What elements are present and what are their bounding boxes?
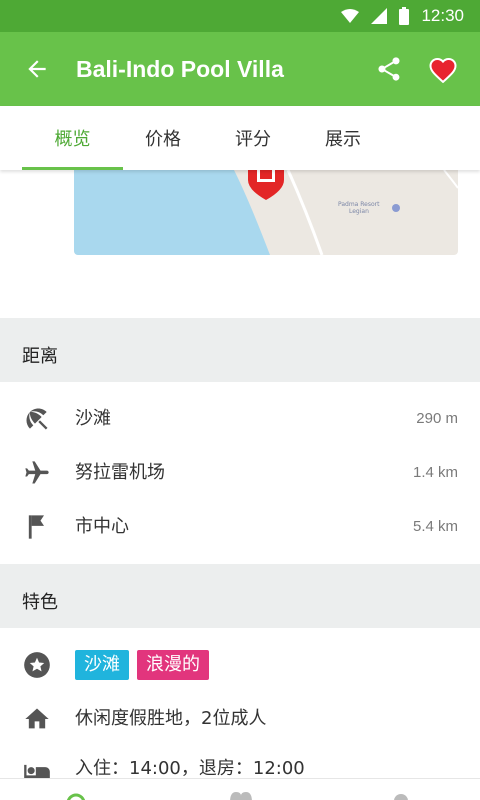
feature-type-row: 休闲度假胜地，2位成人 (0, 692, 480, 746)
star-circle-icon (20, 648, 54, 682)
tab-gallery[interactable]: 展示 (303, 106, 383, 170)
wifi-icon (341, 9, 360, 23)
profile-nav-icon[interactable] (392, 793, 410, 800)
status-time: 12:30 (421, 6, 464, 25)
tab-price[interactable]: 价格 (123, 106, 203, 170)
distance-section-header: 距离 (0, 318, 480, 382)
feature-tags-row: 沙滩 浪漫的 (0, 638, 480, 692)
heart-icon (429, 57, 457, 83)
hotel-pin-icon[interactable] (248, 170, 284, 200)
tab-bar: 概览 价格 评分 展示 (0, 106, 480, 170)
tab-overview[interactable]: 概览 (22, 106, 123, 170)
tab-indicator (22, 167, 123, 170)
map-poi-label-1: Padma Resort (338, 201, 380, 208)
app-bar: Bali-Indo Pool Villa (0, 32, 480, 106)
feature-tags: 沙滩 浪漫的 (75, 650, 217, 680)
back-button[interactable] (20, 52, 54, 86)
features-title: 特色 (22, 592, 58, 613)
overview-content[interactable]: Padma Resort Legian 距离 沙滩 290 m 努拉雷机场 1.… (0, 170, 480, 800)
distance-row-airport[interactable]: 努拉雷机场 1.4 km (0, 446, 480, 500)
location-map[interactable]: Padma Resort Legian (74, 170, 458, 255)
favorites-nav-icon[interactable] (228, 792, 254, 800)
property-type: 休闲度假胜地，2位成人 (75, 708, 267, 729)
beach-umbrella-icon (20, 402, 54, 436)
airplane-icon (20, 456, 54, 490)
status-bar: 12:30 (0, 0, 480, 32)
battery-icon (399, 7, 410, 25)
status-icons: 12:30 (341, 0, 464, 32)
distance-label: 努拉雷机场 (75, 462, 165, 483)
distance-value: 1.4 km (412, 464, 458, 481)
signal-icon (371, 8, 388, 24)
tag-romantic[interactable]: 浪漫的 (137, 650, 209, 680)
distance-label: 市中心 (75, 516, 129, 537)
share-button[interactable] (372, 52, 406, 86)
distance-row-city-center[interactable]: 市中心 5.4 km (0, 500, 480, 554)
features-section-header: 特色 (0, 564, 480, 628)
distance-label: 沙滩 (75, 408, 111, 429)
tab-rating[interactable]: 评分 (213, 106, 293, 170)
share-icon (378, 57, 400, 81)
page-title: Bali-Indo Pool Villa (76, 56, 284, 82)
map-poi-label-2: Legian (349, 208, 369, 215)
arrow-back-icon (28, 60, 46, 78)
flag-icon (20, 510, 54, 544)
tag-beach[interactable]: 沙滩 (75, 650, 129, 680)
map-poi-marker (392, 204, 400, 212)
search-icon[interactable] (64, 791, 88, 800)
favorite-button[interactable] (424, 52, 462, 86)
bottom-nav (0, 778, 480, 800)
home-icon (20, 702, 54, 736)
distance-value: 5.4 km (412, 518, 458, 535)
distance-title: 距离 (22, 346, 58, 367)
distance-value: 290 m (416, 410, 458, 427)
distance-row-beach[interactable]: 沙滩 290 m (0, 392, 480, 446)
